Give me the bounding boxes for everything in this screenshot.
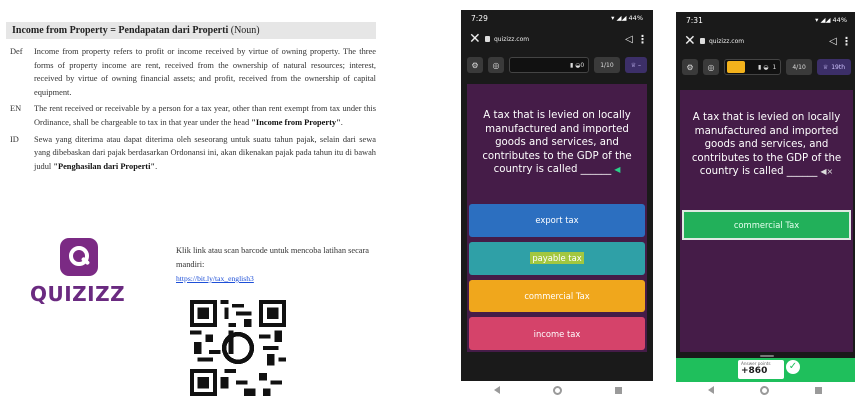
entry-text: Income from property refers to profit or…	[34, 47, 376, 97]
close-icon[interactable]: ✕	[469, 31, 485, 47]
entry-bold-term: "Penghasilan dari Properti"	[53, 161, 156, 171]
streak-bar: ▮ ◒ 1	[724, 59, 782, 75]
speaker-icon[interactable]: ◀	[614, 165, 620, 174]
browser-bar: ✕ quizizz.com ◁ ⋮	[676, 28, 855, 54]
qr-code-icon[interactable]	[190, 300, 286, 396]
question-counter: 1/10	[594, 57, 620, 73]
android-nav-bar	[685, 382, 845, 398]
share-icon[interactable]: ◁	[825, 36, 841, 47]
recent-apps-icon[interactable]	[815, 386, 822, 394]
rank-badge: ♕ –	[624, 57, 647, 73]
answer-option[interactable]: export tax	[469, 204, 645, 237]
back-icon[interactable]	[494, 386, 501, 394]
share-icon[interactable]: ◁	[621, 34, 637, 45]
question-card: A tax that is levied on locally manufact…	[680, 90, 853, 200]
back-icon[interactable]	[708, 386, 714, 394]
definition-entry: Def Income from property refers to profi…	[6, 45, 376, 99]
lock-icon	[700, 38, 705, 44]
score-bar: Answer points +860 ✓	[676, 358, 855, 382]
menu-dots-icon[interactable]: ⋮	[841, 35, 852, 48]
question-text: A tax that is levied on locally manufact…	[691, 112, 842, 178]
quiz-toolbar: ⚙ ◎ ▮ ◒ 1 4/10 ♕ 19th	[676, 54, 855, 80]
scan-text: Klik link atau scan barcode untuk mencob…	[176, 246, 370, 269]
status-battery: ▾ ◢◢ 44%	[815, 16, 847, 24]
answer-option[interactable]: commercial Tax	[469, 279, 645, 313]
status-time: 7:29	[471, 13, 488, 23]
correct-answer-option: commercial Tax	[682, 210, 851, 240]
quizizz-wordmark: QUIZIZZ	[30, 282, 126, 306]
speaker-muted-icon[interactable]: ◀×	[820, 167, 833, 176]
practice-link[interactable]: https://bit.ly/tax_english3	[176, 274, 254, 283]
answer-options: export tax payable tax commercial Tax in…	[467, 202, 647, 352]
quiz-toolbar: ⚙ ◎ ▮ ◒0 1/10 ♕ –	[461, 52, 653, 78]
browser-bar: ✕ quizizz.com ◁ ⋮	[461, 26, 653, 52]
english-example-entry: EN The rent received or receivable by a …	[6, 102, 376, 129]
lock-icon	[485, 36, 490, 42]
quizizz-logo-icon	[60, 238, 98, 276]
phone-screen-question: 7:29 ▾ ◢◢ 44% ✕ quizizz.com ◁ ⋮ ⚙ ◎ ▮ ◒0…	[461, 10, 653, 381]
search-icon[interactable]: ◎	[488, 57, 504, 73]
streak-bar: ▮ ◒0	[509, 57, 590, 73]
indonesian-example-entry: ID Sewa yang diterima atau dapat diterim…	[6, 133, 376, 174]
score-box: Answer points +860	[738, 360, 784, 379]
answer-option[interactable]: payable tax	[469, 241, 645, 275]
search-icon[interactable]: ◎	[703, 59, 719, 75]
entry-tag: Def	[10, 47, 23, 56]
entry-tag: EN	[10, 104, 22, 114]
phone-screen-answer: 7:31 ▾ ◢◢ 44% ✕ quizizz.com ◁ ⋮ ⚙ ◎ ▮ ◒ 1…	[676, 12, 855, 382]
check-icon: ✓	[786, 360, 800, 374]
entry-bold-term: "Income from Property"	[251, 117, 341, 127]
entry-tag: ID	[10, 134, 19, 144]
term-equals: = Pendapatan dari Properti	[107, 25, 231, 36]
status-bar: 7:29 ▾ ◢◢ 44%	[461, 10, 653, 26]
glossary-document: Income from Property = Pendapatan dari P…	[6, 22, 376, 176]
entry-text: Sewa yang diterima atau dapat diterima o…	[34, 134, 376, 171]
score-points: +860	[741, 366, 768, 376]
term-part-of-speech: (Noun)	[230, 25, 260, 36]
answer-option[interactable]: income tax	[469, 317, 645, 350]
url-bar[interactable]: quizizz.com	[485, 36, 621, 43]
close-icon[interactable]: ✕	[684, 33, 700, 49]
question-text: A tax that is levied on locally manufact…	[482, 110, 632, 176]
term-title: Income from Property	[12, 25, 108, 36]
status-bar: 7:31 ▾ ◢◢ 44%	[676, 12, 855, 28]
entry-text: The rent received or receivable by a per…	[34, 104, 376, 127]
page-indicator	[760, 355, 774, 357]
status-battery: ▾ ◢◢ 44%	[611, 14, 643, 22]
url-bar[interactable]: quizizz.com	[700, 38, 825, 45]
quizizz-logo: QUIZIZZ	[30, 238, 130, 306]
term-heading: Income from Property = Pendapatan dari P…	[6, 22, 376, 39]
gear-icon[interactable]: ⚙	[467, 57, 483, 73]
home-icon[interactable]	[760, 385, 769, 395]
home-icon[interactable]	[552, 385, 562, 395]
menu-dots-icon[interactable]: ⋮	[637, 33, 648, 46]
android-nav-bar	[468, 382, 648, 398]
question-card: A tax that is levied on locally manufact…	[467, 84, 647, 202]
scan-instructions: Klik link atau scan barcode untuk mencob…	[176, 244, 381, 286]
recent-apps-icon[interactable]	[614, 386, 622, 394]
question-counter: 4/10	[786, 59, 812, 75]
status-time: 7:31	[686, 15, 703, 25]
gear-icon[interactable]: ⚙	[682, 59, 698, 75]
rank-badge: ♕ 19th	[816, 59, 851, 75]
